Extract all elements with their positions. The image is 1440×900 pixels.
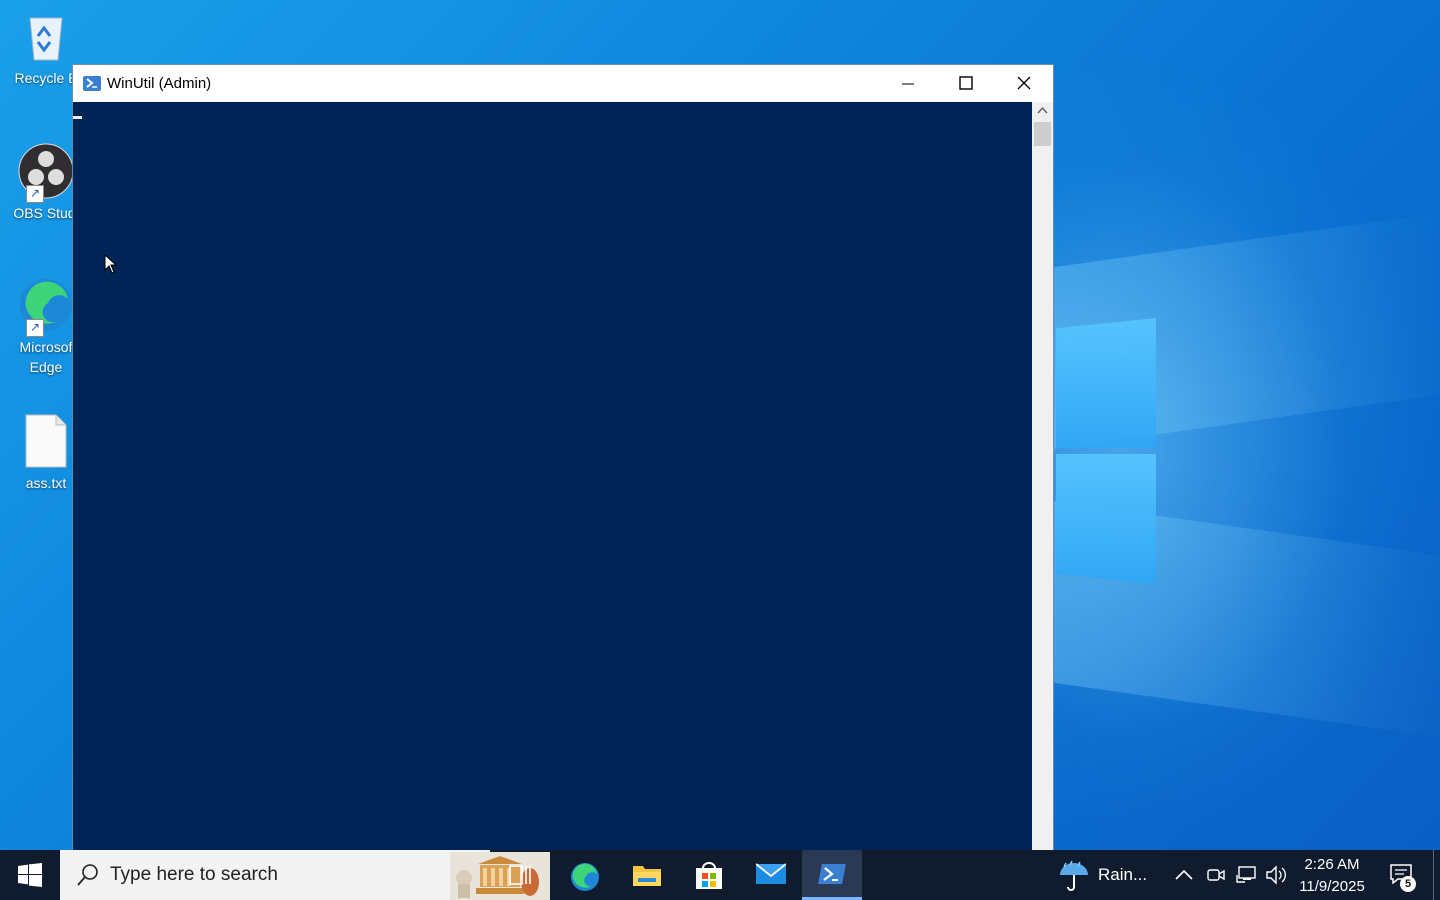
tray-meet-now[interactable] [1202, 850, 1230, 900]
clock-date: 11/9/2025 [1299, 878, 1365, 895]
search-placeholder: Type here to search [110, 864, 278, 885]
taskbar-search-box[interactable]: Type here to search [60, 850, 550, 900]
edge-icon [571, 863, 599, 891]
task-view-button[interactable] [490, 850, 550, 900]
taskbar-clock[interactable]: 2:26 AM 11/9/2025 [1292, 854, 1372, 898]
desktop: Recycle B ↗ OBS Studi ↗ Microsof Edge as… [0, 0, 1440, 900]
taskbar-microsoft-store[interactable] [678, 850, 738, 900]
scroll-thumb[interactable] [1034, 122, 1051, 146]
powershell-icon [818, 864, 846, 884]
recycle-bin-icon [18, 8, 74, 64]
meet-now-icon [1207, 869, 1225, 881]
maximize-icon [959, 76, 973, 90]
windows-start-icon [18, 863, 42, 887]
console-output[interactable] [73, 102, 1033, 851]
obs-studio-icon: ↗ [18, 143, 74, 203]
start-button[interactable] [0, 850, 60, 900]
close-icon [1017, 76, 1031, 90]
powershell-icon [83, 76, 101, 91]
taskbar-powershell[interactable] [802, 850, 862, 900]
tray-network[interactable] [1232, 850, 1260, 900]
clock-time: 2:26 AM [1304, 856, 1360, 873]
taskbar-edge[interactable] [554, 850, 614, 900]
show-desktop-button[interactable] [1433, 850, 1440, 900]
edge-icon: ↗ [18, 277, 74, 337]
mail-icon [756, 863, 786, 884]
close-button[interactable] [995, 65, 1053, 102]
minimize-button[interactable] [879, 65, 937, 102]
mouse-pointer-icon [104, 254, 118, 274]
show-hidden-icons-button[interactable] [1170, 850, 1198, 900]
chevron-up-icon [1175, 869, 1193, 880]
volume-icon [1266, 865, 1286, 885]
taskbar-mail[interactable] [740, 850, 800, 900]
notification-count-badge: 5 [1400, 876, 1416, 892]
tray-volume[interactable] [1262, 850, 1290, 900]
maximize-button[interactable] [937, 65, 995, 102]
shortcut-arrow-icon: ↗ [26, 319, 44, 337]
task-view-icon [509, 865, 531, 885]
network-icon [1236, 866, 1256, 883]
search-icon [77, 864, 98, 886]
window-titlebar[interactable]: WinUtil (Admin) [73, 65, 1053, 102]
text-cursor [73, 116, 82, 119]
window-title: WinUtil (Admin) [107, 75, 212, 92]
vertical-scrollbar[interactable] [1032, 102, 1053, 851]
file-explorer-icon [633, 866, 661, 886]
text-file-icon [18, 413, 74, 469]
shortcut-arrow-icon: ↗ [26, 185, 44, 203]
windows-logo-pane [1056, 454, 1156, 584]
microsoft-store-icon [696, 862, 722, 889]
minimize-icon [902, 83, 914, 85]
windows-logo-pane [1056, 318, 1156, 448]
weather-widget[interactable]: Rain... [1056, 850, 1156, 900]
scroll-up-button[interactable] [1032, 102, 1053, 120]
chevron-up-icon [1037, 106, 1048, 114]
rain-umbrella-icon [1060, 860, 1088, 891]
winutil-window[interactable]: WinUtil (Admin) [72, 64, 1054, 851]
weather-text: Rain... [1098, 865, 1148, 884]
taskbar-file-explorer[interactable] [616, 850, 676, 900]
taskbar: Type here to search Rain... 2:26 AM 11/9… [0, 850, 1440, 900]
action-center-button[interactable]: 5 [1380, 850, 1424, 900]
